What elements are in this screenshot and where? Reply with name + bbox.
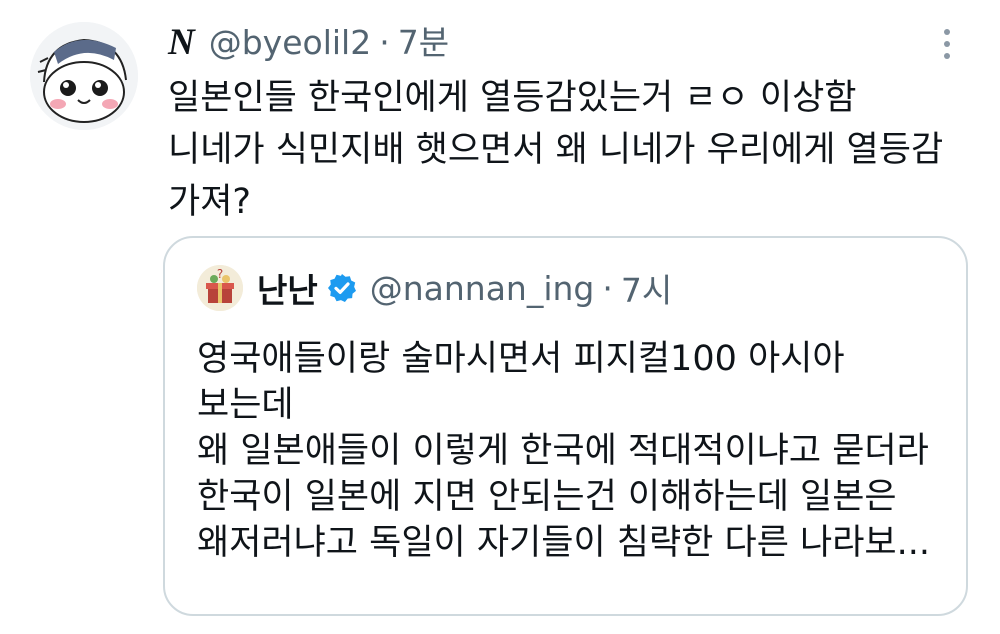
- author-handle[interactable]: @byeolil2: [209, 23, 371, 62]
- quoted-tweet-card[interactable]: ? 난난 @nannan_ing · 7시 영국애들이랑 술마시면서 피지컬10…: [163, 236, 968, 616]
- quoted-author-handle[interactable]: @nannan_ing: [370, 269, 595, 308]
- tweet-text-line: 가져?: [168, 182, 251, 222]
- quoted-tweet-header: ? 난난 @nannan_ing · 7시: [197, 264, 672, 312]
- quoted-tweet-text: 영국애들이랑 술마시면서 피지컬100 아시아 보는데 왜 일본애들이 이렇게 …: [197, 336, 957, 566]
- gift-box-icon: ?: [197, 265, 243, 311]
- quoted-tweet-timestamp[interactable]: 7시: [621, 264, 672, 312]
- svg-text:?: ?: [217, 267, 223, 281]
- more-dots-icon: [944, 29, 950, 35]
- tweet-header: N @byeolil2 · 7분: [168, 16, 449, 64]
- quoted-text-line: 보는데: [197, 385, 294, 425]
- quoted-text-line: 왜저러냐고 독일이 자기들이 침략한 다른 나라보...: [197, 523, 931, 563]
- author-name[interactable]: N: [168, 21, 195, 64]
- quoted-text-line: 영국애들이랑 술마시면서 피지컬100 아시아: [197, 339, 845, 379]
- tweet-text-line: 일본인들 한국인에게 열등감있는거 ㄹㅇ 이상함: [168, 78, 857, 118]
- author-avatar[interactable]: [30, 22, 138, 130]
- tweet-text: 일본인들 한국인에게 열등감있는거 ㄹㅇ 이상함 니네가 식민지배 햇으면서 왜…: [168, 72, 968, 228]
- quoted-text-line: 한국이 일본에 지면 안되는건 이해하는데 일본은: [197, 477, 897, 517]
- tweet-timestamp[interactable]: 7분: [398, 16, 449, 64]
- quoted-author-avatar[interactable]: ?: [197, 265, 243, 311]
- meta-separator: ·: [379, 23, 390, 62]
- avatar-character-image: [30, 22, 138, 130]
- meta-separator: ·: [602, 268, 613, 308]
- quoted-text-line: 왜 일본애들이 이렇게 한국에 적대적이냐고 묻더라: [197, 431, 929, 471]
- more-dots-icon: [944, 53, 950, 59]
- quoted-author-name[interactable]: 난난: [257, 264, 318, 312]
- verified-badge-icon: [327, 274, 356, 302]
- more-options-button[interactable]: [932, 24, 962, 64]
- more-dots-icon: [944, 41, 950, 47]
- tweet-text-line: 니네가 식민지배 햇으면서 왜 니네가 우리에게 열등감: [168, 130, 944, 170]
